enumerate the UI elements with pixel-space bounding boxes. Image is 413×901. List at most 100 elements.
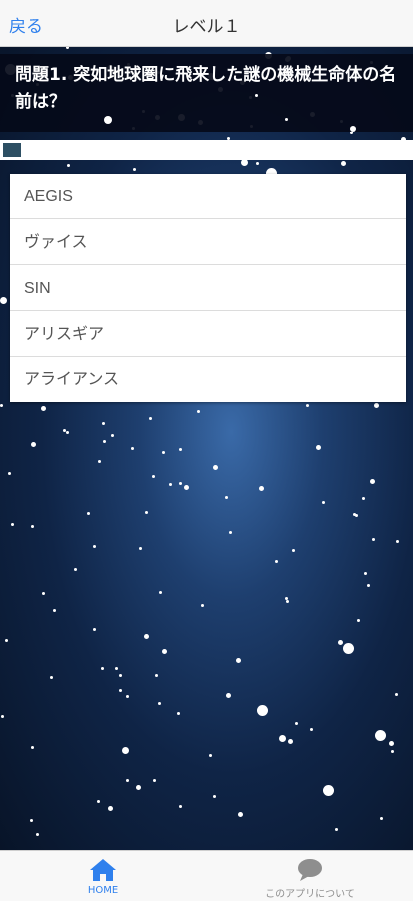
star-dot — [226, 693, 231, 698]
star-dot — [323, 785, 334, 796]
star-dot — [375, 730, 386, 741]
star-dot — [350, 126, 356, 132]
star-dot — [115, 667, 118, 670]
star-dot — [5, 639, 8, 642]
star-dot — [0, 297, 7, 304]
star-dot — [213, 465, 218, 470]
star-dot — [152, 475, 155, 478]
star-dot — [374, 403, 379, 408]
star-dot — [213, 795, 216, 798]
question-text: 問題1. 突如地球圏に飛来した謎の機械生命体の名前は？ — [15, 65, 397, 112]
tab-about[interactable]: このアプリについて — [207, 851, 413, 901]
star-dot — [162, 649, 167, 654]
star-dot — [197, 410, 200, 413]
star-dot — [306, 404, 309, 407]
tab-home-label: HOME — [87, 885, 119, 896]
star-dot — [259, 486, 264, 491]
star-dot — [279, 735, 286, 742]
star-dot — [108, 806, 113, 811]
star-dot — [133, 168, 136, 171]
star-dot — [149, 417, 152, 420]
star-dot — [295, 722, 298, 725]
tab-home[interactable]: HOME — [0, 851, 206, 901]
star-dot — [50, 676, 53, 679]
star-dot — [153, 779, 156, 782]
star-dot — [372, 538, 375, 541]
star-dot — [275, 560, 278, 563]
progress-fill — [3, 143, 21, 157]
star-dot — [67, 164, 70, 167]
star-dot — [139, 547, 142, 550]
star-dot — [322, 501, 325, 504]
navigation-bar: 戻る レベル１ — [0, 0, 413, 47]
tab-about-label: このアプリについて — [265, 889, 355, 900]
star-dot — [357, 619, 360, 622]
star-dot — [236, 658, 241, 663]
star-dot — [310, 728, 313, 731]
star-dot — [396, 540, 399, 543]
star-dot — [8, 472, 11, 475]
star-dot — [136, 785, 141, 790]
star-dot — [126, 695, 129, 698]
star-dot — [162, 451, 165, 454]
star-dot — [93, 628, 96, 631]
star-dot — [0, 404, 3, 407]
star-dot — [87, 512, 90, 515]
star-dot — [155, 674, 158, 677]
star-dot — [179, 448, 182, 451]
star-dot — [179, 805, 182, 808]
star-dot — [97, 800, 100, 803]
star-dot — [30, 819, 33, 822]
star-dot — [1, 715, 4, 718]
answer-option-2[interactable]: ヴァイス — [10, 220, 406, 265]
star-dot — [389, 741, 394, 746]
star-dot — [391, 750, 394, 753]
star-dot — [144, 634, 149, 639]
star-dot — [98, 460, 101, 463]
star-dot — [126, 779, 129, 782]
star-dot — [131, 447, 134, 450]
star-dot — [179, 482, 182, 485]
star-dot — [285, 118, 288, 121]
star-dot — [31, 746, 34, 749]
answer-option-5[interactable]: アライアンス — [10, 357, 406, 402]
progress-bar — [0, 140, 413, 160]
star-dot — [111, 434, 114, 437]
star-dot — [184, 485, 189, 490]
star-dot — [119, 674, 122, 677]
star-dot — [257, 705, 268, 716]
star-dot — [364, 572, 367, 575]
star-dot — [102, 422, 105, 425]
star-dot — [66, 431, 69, 434]
star-dot — [101, 667, 104, 670]
star-dot — [41, 406, 46, 411]
star-dot — [159, 591, 162, 594]
star-dot — [31, 525, 34, 528]
star-dot — [256, 162, 259, 165]
answer-option-1[interactable]: AEGIS — [10, 174, 406, 219]
answer-option-3[interactable]: SIN — [10, 266, 406, 311]
star-dot — [122, 747, 129, 754]
star-dot — [31, 442, 36, 447]
star-dot — [238, 812, 243, 817]
home-icon — [90, 859, 116, 881]
star-dot — [241, 159, 248, 166]
star-dot — [63, 429, 66, 432]
star-dot — [288, 739, 293, 744]
star-dot — [285, 597, 288, 600]
star-dot — [11, 523, 14, 526]
tab-bar: HOME このアプリについて — [0, 850, 413, 901]
star-dot — [362, 497, 365, 500]
star-dot — [316, 445, 321, 450]
star-dot — [177, 712, 180, 715]
star-dot — [209, 754, 212, 757]
star-dot — [74, 568, 77, 571]
answer-option-4[interactable]: アリスギア — [10, 312, 406, 357]
star-dot — [229, 531, 232, 534]
answer-list: AEGIS ヴァイス SIN アリスギア アライアンス — [10, 174, 406, 402]
star-dot — [367, 584, 370, 587]
star-dot — [292, 549, 295, 552]
star-dot — [104, 116, 112, 124]
starfield-background — [0, 46, 413, 850]
chat-bubble-icon — [298, 859, 322, 881]
